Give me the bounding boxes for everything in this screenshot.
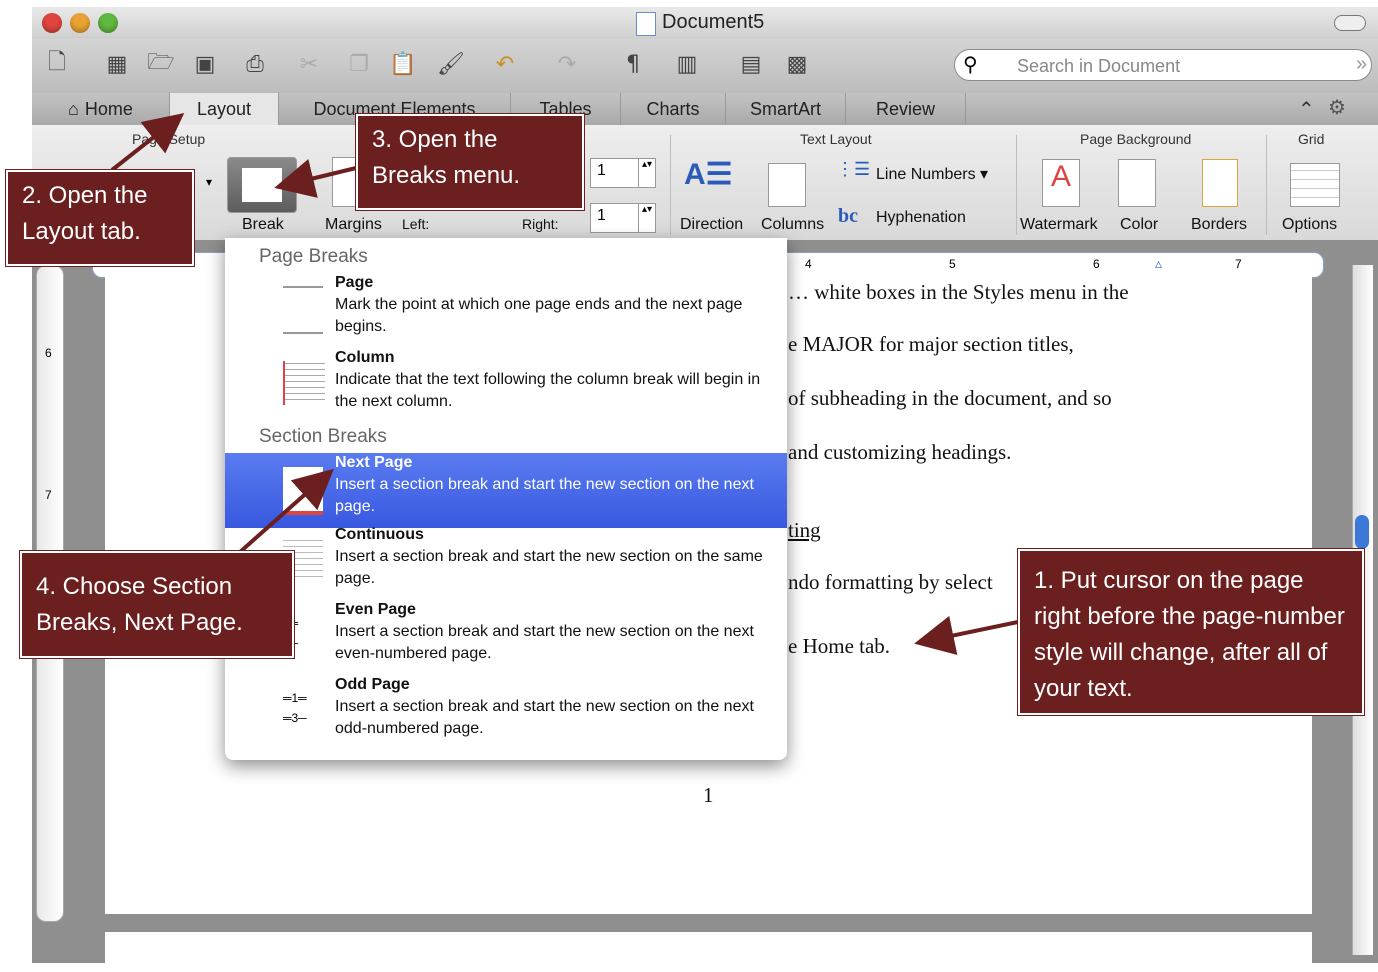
annotation-arrows (110, 113, 1019, 656)
callout-put-cursor: 1. Put cursor on the page right before t… (1017, 548, 1365, 716)
callout-choose-next-page: 4. Choose Section Breaks, Next Page. (19, 550, 295, 659)
callout-open-breaks: 3. Open the Breaks menu. (355, 113, 585, 211)
arrow-to-layout-tab (110, 113, 185, 172)
callout-open-layout: 2. Open the Layout tab. (5, 169, 195, 267)
arrow-to-next-page (238, 468, 334, 554)
arrow-to-cursor (914, 615, 1019, 656)
arrow-to-break-button (274, 159, 357, 198)
